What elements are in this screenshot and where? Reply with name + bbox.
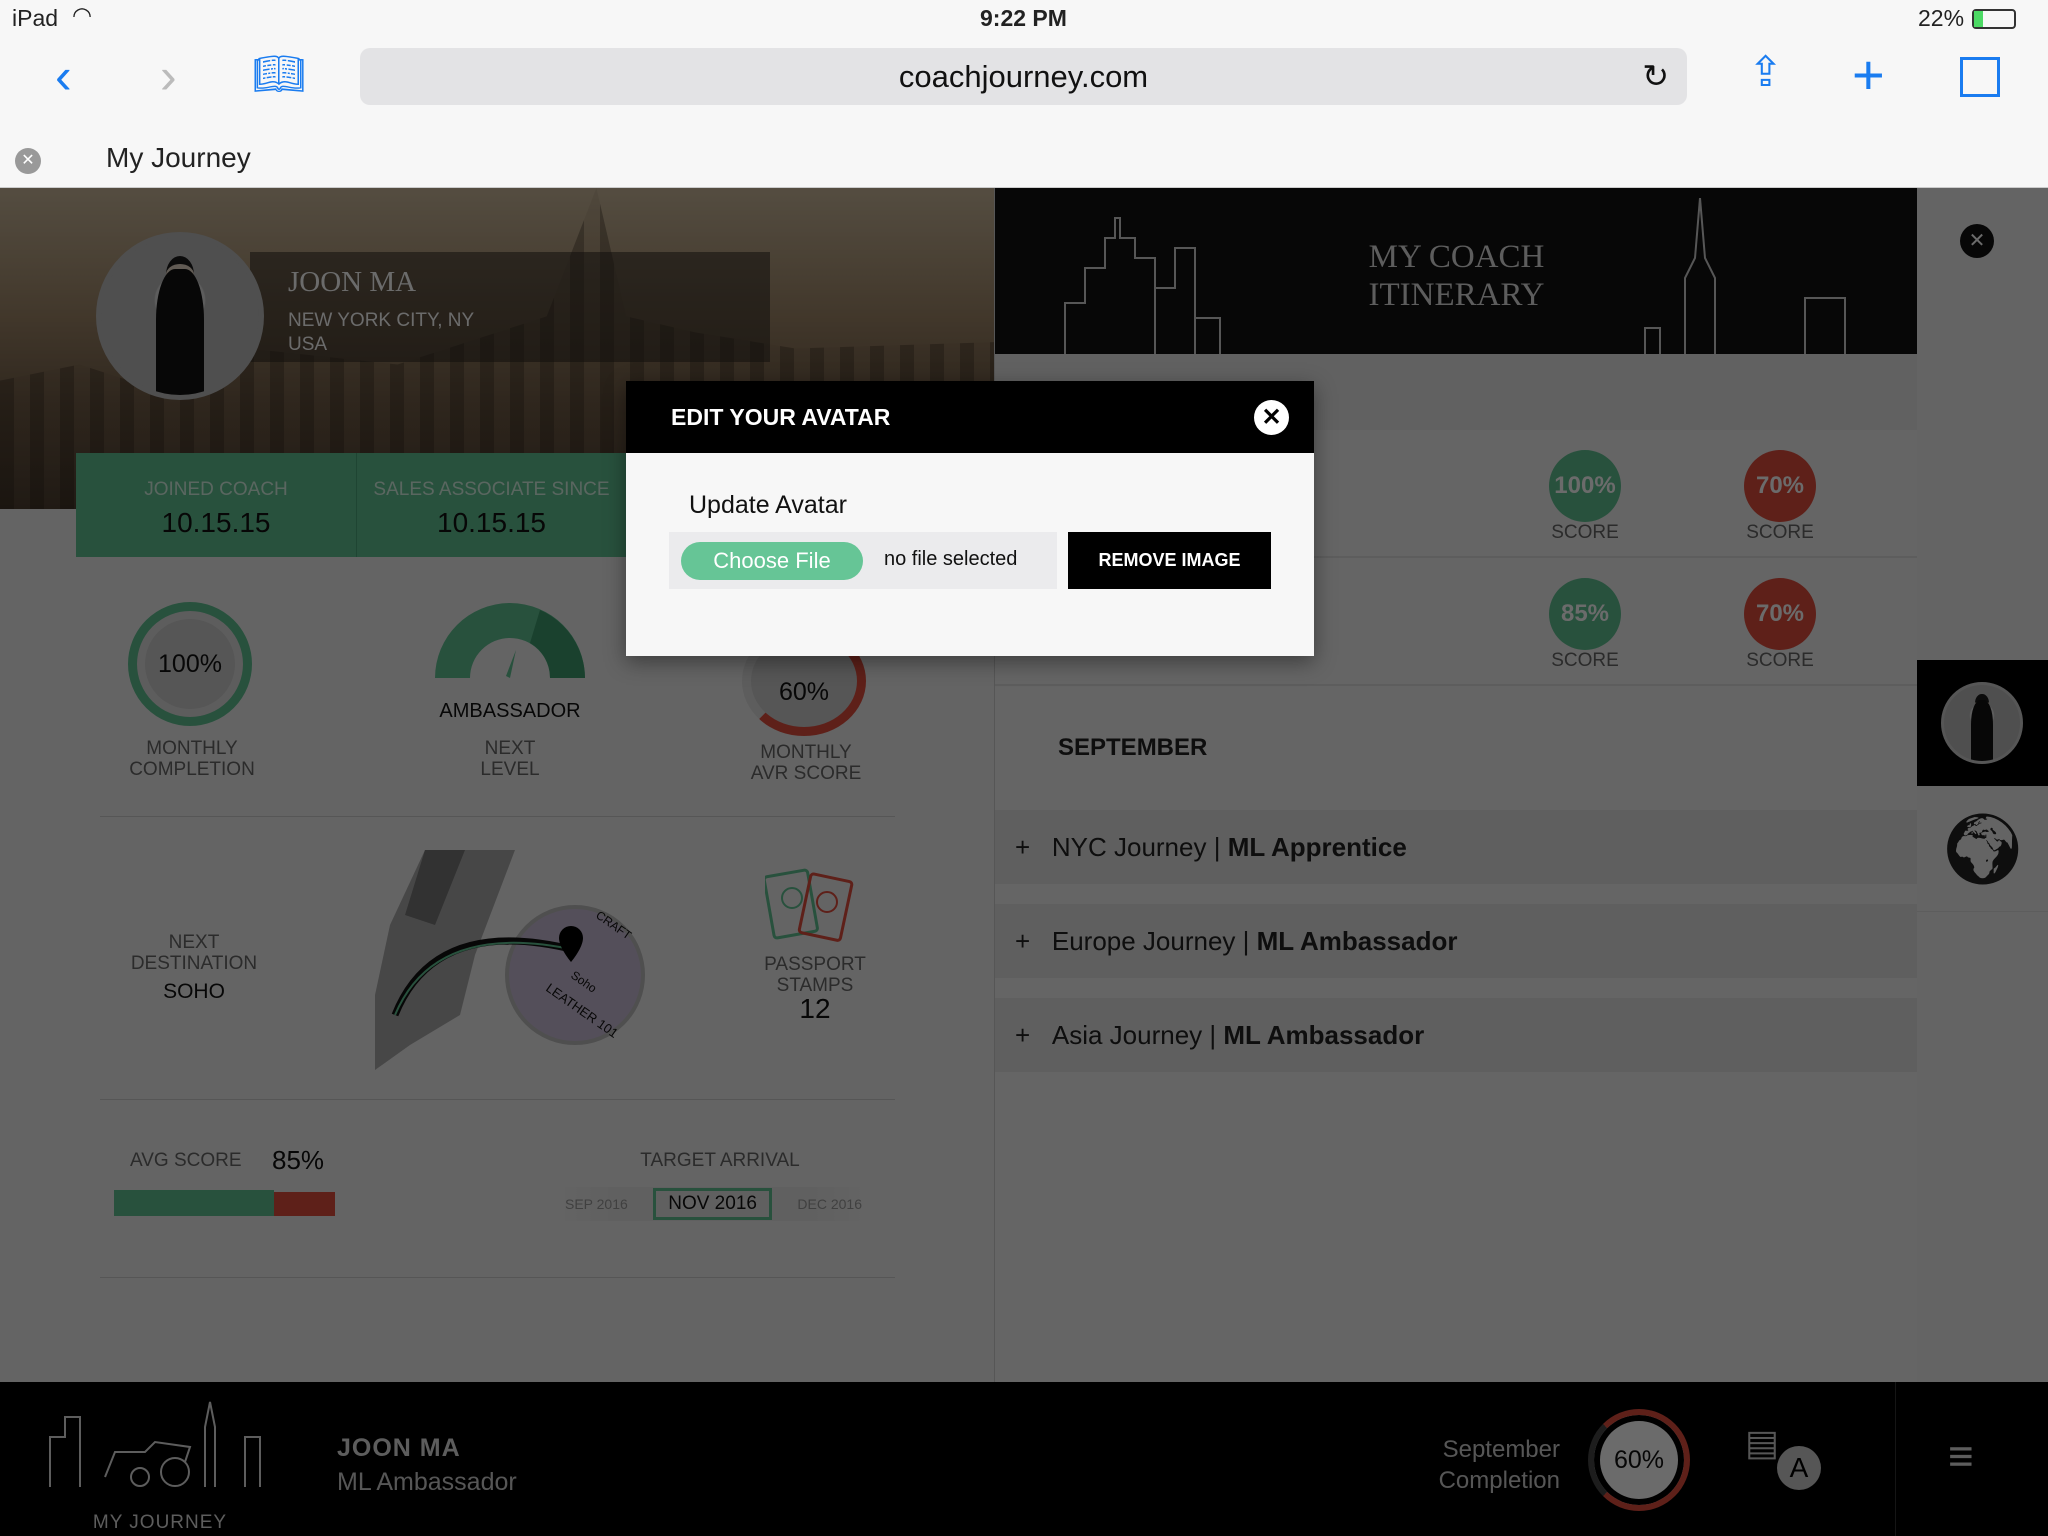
divider <box>1895 1382 1896 1536</box>
next-destination-label: NEXT DESTINATION <box>130 932 258 974</box>
skyline-right-icon <box>1644 198 1846 354</box>
file-input[interactable]: Choose File no file selected <box>669 532 1057 589</box>
level-gauge <box>435 603 585 678</box>
score-badge: 100% <box>1549 450 1621 522</box>
avg-score-bar <box>114 1190 335 1216</box>
expand-icon: + <box>1015 926 1031 956</box>
monthly-avr-label: MONTHLY AVR SCORE <box>750 742 862 784</box>
file-status: no file selected <box>884 548 1018 570</box>
journey-row-asia[interactable]: + Asia Journey | ML Ambassador <box>995 998 1918 1072</box>
itinerary-panel: MY COACH ITINERARY 100% SCORE 70% SCORE … <box>994 188 1918 1382</box>
score-label: SCORE <box>1551 522 1619 543</box>
score-badge: 70% <box>1744 578 1816 650</box>
score-label: SCORE <box>1746 650 1814 671</box>
september-completion-ring: 60% <box>1588 1409 1690 1511</box>
monthly-completion-label: MONTHLY COMPLETION <box>129 738 255 780</box>
avg-score-label: AVG SCORE <box>130 1150 242 1171</box>
close-panel-icon[interactable]: ✕ <box>1960 224 1994 258</box>
target-month-picker[interactable]: SEP 2016 NOV 2016 DEC 2016 <box>555 1187 870 1221</box>
sales-associate-stat: SALES ASSOCIATE SINCE 10.15.15 <box>357 453 626 557</box>
next-level-label: NEXT LEVEL <box>480 738 540 780</box>
passport-icon <box>765 868 854 942</box>
modal-header: EDIT YOUR AVATAR ✕ <box>626 381 1314 453</box>
target-arrival-label: TARGET ARRIVAL <box>640 1150 800 1171</box>
next-level-value: AMBASSADOR <box>439 700 581 722</box>
menu-icon[interactable]: ≡ <box>1948 1432 1974 1482</box>
edit-avatar-modal: EDIT YOUR AVATAR ✕ Update Avatar Choose … <box>626 381 1314 656</box>
globe-pin-icon[interactable]: 🌍︎ <box>1917 786 2048 912</box>
footer-bar: MY JOURNEY JOON MA ML Ambassador Septemb… <box>0 1382 2048 1536</box>
translate-icon[interactable]: ▤ A <box>1745 1422 1825 1502</box>
close-modal-icon[interactable]: ✕ <box>1254 400 1289 435</box>
modal-subtitle: Update Avatar <box>689 491 847 519</box>
profile-name: JOON MA <box>288 266 417 298</box>
skyline-left-icon <box>1064 217 1221 354</box>
sidebar-profile-button[interactable] <box>1917 660 2048 786</box>
destination-map[interactable]: Soho LEATHER 101 CRAFT <box>355 845 655 1075</box>
itinerary-header: MY COACH ITINERARY <box>995 188 1918 354</box>
avatar <box>1941 682 2023 764</box>
divider <box>100 1099 895 1100</box>
expand-icon: + <box>1015 832 1031 862</box>
footer-name: JOON MA <box>337 1434 461 1462</box>
score-label: SCORE <box>1551 650 1619 671</box>
next-destination-value: SOHO <box>163 980 225 1003</box>
avg-score-fill <box>114 1190 274 1216</box>
since-label: SALES ASSOCIATE SINCE <box>373 479 610 500</box>
score-badge: 70% <box>1744 450 1816 522</box>
modal-title: EDIT YOUR AVATAR <box>671 404 891 430</box>
monthly-completion-ring: 100% <box>128 602 252 726</box>
logo-text: MY JOURNEY <box>92 1512 228 1533</box>
profile-namebar: JOON MA NEW YORK CITY, NY USA <box>250 252 770 362</box>
month-option-selected[interactable]: NOV 2016 <box>653 1188 772 1220</box>
since-value: 10.15.15 <box>437 507 546 538</box>
choose-file-button[interactable]: Choose File <box>681 542 863 580</box>
score-label: SCORE <box>1746 522 1814 543</box>
avg-score-value: 85% <box>272 1145 325 1175</box>
joined-coach-stat: JOINED COACH 10.15.15 <box>76 453 357 557</box>
joined-value: 10.15.15 <box>161 507 271 538</box>
passport-stamps-value: 12 <box>799 993 831 1024</box>
month-heading: SEPTEMBER <box>1058 734 1208 761</box>
month-option[interactable]: DEC 2016 <box>797 1196 870 1212</box>
right-sidebar: ✕ 🌍︎ <box>1917 188 2048 1382</box>
expand-icon: + <box>1015 1020 1031 1050</box>
score-badge: 85% <box>1549 578 1621 650</box>
remove-image-button[interactable]: REMOVE IMAGE <box>1068 532 1271 589</box>
profile-avatar[interactable] <box>96 232 264 400</box>
passport-stamps-label: PASSPORT STAMPS <box>764 954 866 996</box>
profile-country: USA <box>288 334 328 355</box>
journey-row-nyc[interactable]: + NYC Journey | ML Apprentice <box>995 810 1918 884</box>
divider <box>100 816 895 817</box>
month-option[interactable]: SEP 2016 <box>555 1196 628 1212</box>
divider <box>100 1277 895 1278</box>
footer-title: ML Ambassador <box>337 1468 517 1496</box>
journey-row-europe[interactable]: + Europe Journey | ML Ambassador <box>995 904 1918 978</box>
profile-city: NEW YORK CITY, NY <box>288 310 475 331</box>
logo-skyline-carriage-icon <box>49 1401 261 1487</box>
september-completion-label: September Completion <box>1438 1436 1560 1494</box>
joined-label: JOINED COACH <box>144 479 288 500</box>
